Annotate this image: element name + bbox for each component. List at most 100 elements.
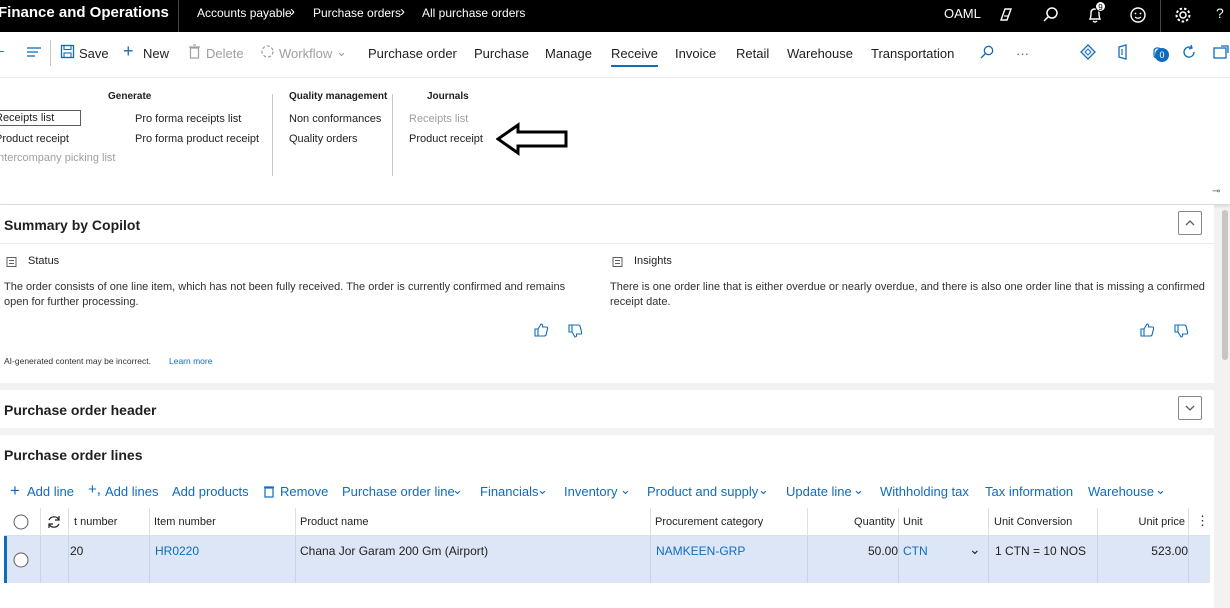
column-header-unit-price[interactable]: Unit price [1139,516,1185,528]
unit-select[interactable]: CTN [903,544,928,558]
breadcrumb-accounts-payable[interactable]: Accounts payable [197,6,292,20]
column-divider [988,508,989,536]
generate-product-receipt-button[interactable]: Product receipt [0,133,69,145]
item-number-link[interactable]: HR0220 [155,544,199,558]
procurement-category-link[interactable]: NAMKEEN-GRP [656,544,745,558]
group-divider [392,94,393,176]
non-conformances-button[interactable]: Non conformances [289,113,381,125]
learn-more-link[interactable]: Learn more [169,356,212,366]
warehouse-menu[interactable]: Warehouse [1088,484,1154,499]
status-text: The order consists of one line item, whi… [4,281,566,308]
column-header-quantity[interactable]: Quantity [854,516,895,528]
select-all-radio[interactable] [13,514,29,530]
purchase-order-header-card[interactable]: Purchase order header [0,390,1214,428]
quality-orders-button[interactable]: Quality orders [289,133,357,145]
collapse-button[interactable] [1178,211,1202,235]
column-header-line-number[interactable]: t number [74,516,117,528]
unit-price-cell[interactable]: 523.00 [1151,544,1188,558]
column-divider [988,536,989,583]
column-divider [68,536,69,583]
search-icon[interactable] [1040,4,1062,26]
add-products-button[interactable]: Add products [172,484,249,499]
tab-receive[interactable]: Receive [611,46,658,67]
top-navigation-bar: Finance and Operations Accounts payable … [0,0,1230,32]
financials-menu[interactable]: Financials [480,484,539,499]
office-icon[interactable] [1115,44,1131,60]
inventory-menu[interactable]: Inventory [564,484,617,499]
page-scrollbar[interactable] [1222,210,1228,360]
generate-intercompany-picking-list-button[interactable]: Intercompany picking list [0,152,115,164]
more-options-button[interactable]: ··· [1016,46,1029,61]
column-divider [149,536,150,583]
help-icon[interactable]: ? [1216,5,1224,21]
column-divider [807,508,808,536]
copilot-icon[interactable] [995,4,1017,26]
breadcrumb-purchase-orders[interactable]: Purchase orders [313,6,401,20]
tab-manage[interactable]: Manage [545,46,592,61]
thumbs-down-icon[interactable] [567,323,583,339]
group-title-generate: Generate [108,91,152,102]
chevron-up-icon [1185,220,1195,226]
hamburger-menu-icon[interactable] [26,44,42,60]
pro-forma-product-receipt-button[interactable]: Pro forma product receipt [135,133,259,145]
column-divider [1188,536,1189,583]
column-header-procurement-category[interactable]: Procurement category [655,516,763,528]
journals-product-receipt-button[interactable]: Product receipt [409,133,483,145]
thumbs-down-icon[interactable] [1173,323,1189,339]
product-and-supply-menu[interactable]: Product and supply [647,484,758,499]
column-header-unit-conversion[interactable]: Unit Conversion [994,516,1072,528]
column-divider [1097,536,1098,583]
tab-transportation[interactable]: Transportation [871,46,954,61]
row-select-radio[interactable] [13,552,29,568]
column-header-item-number[interactable]: Item number [154,516,216,528]
copilot-summary-card: Summary by Copilot Status The order cons… [0,205,1214,383]
tab-invoice[interactable]: Invoice [675,46,716,61]
add-lines-button[interactable]: Add lines [105,484,158,499]
delete-button[interactable]: Delete [206,46,244,61]
column-options-icon[interactable]: ⋮ [1196,513,1209,529]
column-divider [1188,508,1189,536]
notification-count-badge: 9 [1095,1,1106,12]
remove-button[interactable]: Remove [280,484,328,499]
purchase-order-line-menu[interactable]: Purchase order line [342,484,455,499]
gear-icon[interactable] [1172,4,1194,26]
column-divider [650,536,651,583]
pro-forma-receipts-list-button[interactable]: Pro forma receipts list [135,113,241,125]
breadcrumb-all-purchase-orders[interactable]: All purchase orders [422,6,525,20]
add-line-button[interactable]: Add line [27,484,74,499]
save-button[interactable]: Save [79,46,109,61]
company-picker[interactable]: OAML [944,6,981,21]
tab-purchase-order[interactable]: Purchase order [368,46,457,61]
table-row[interactable]: 20 HR0220 Chana Jor Garam 200 Gm (Airpor… [4,536,1210,583]
column-header-unit[interactable]: Unit [903,516,923,528]
smiley-feedback-icon[interactable] [1127,4,1149,26]
app-title[interactable]: Finance and Operations [0,4,169,21]
tab-retail[interactable]: Retail [736,46,769,61]
chevron-down-icon[interactable]: ⌄ [969,541,981,558]
search-icon[interactable] [979,44,995,60]
tax-information-button[interactable]: Tax information [985,484,1073,499]
status-heading: Status [28,255,60,267]
new-button[interactable]: New [143,46,169,61]
group-title-journals: Journals [427,91,469,102]
workflow-button[interactable]: Workflow [279,46,332,61]
back-arrow-icon[interactable]: – [0,42,4,58]
tab-purchase[interactable]: Purchase [474,46,529,61]
update-line-menu[interactable]: Update line [786,484,852,499]
thumbs-up-icon[interactable] [1139,322,1155,338]
expand-button[interactable] [1178,396,1202,420]
journals-receipts-list-button[interactable]: Receipts list [409,113,468,125]
column-header-product-name[interactable]: Product name [300,516,368,528]
withholding-tax-button[interactable]: Withholding tax [880,484,969,499]
chevron-down-icon: ⌄ [452,482,463,497]
refresh-icon[interactable] [46,514,62,530]
refresh-icon[interactable] [1181,44,1197,60]
tab-warehouse[interactable]: Warehouse [787,46,853,61]
quantity-cell[interactable]: 50.00 [868,544,898,558]
diamond-icon[interactable] [1080,44,1096,60]
pin-icon[interactable]: ⊸ [1212,186,1220,197]
thumbs-up-icon[interactable] [533,322,549,338]
title-divider [178,0,179,32]
open-new-window-icon[interactable] [1212,44,1230,60]
generate-receipts-list-button[interactable]: Receipts list [0,110,82,126]
